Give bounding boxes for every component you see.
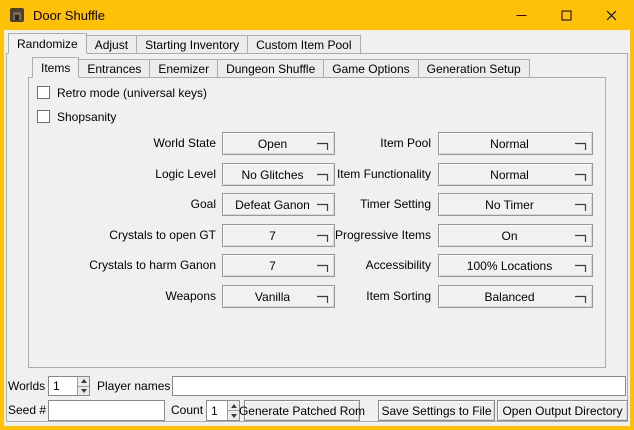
open-output-directory-button[interactable]: Open Output Directory [497, 400, 628, 421]
tab-game-options[interactable]: Game Options [323, 59, 418, 78]
retro-mode-checkbox-label: Retro mode (universal keys) [57, 86, 207, 100]
item-functionality-value: Normal [490, 168, 541, 182]
window-controls [499, 0, 634, 30]
arrow-down-icon [81, 389, 87, 393]
worlds-stepper-arrows [77, 377, 89, 395]
count-input[interactable] [208, 401, 225, 420]
arrow-up-icon [81, 379, 87, 383]
item-sorting-dropdown[interactable]: Balanced [438, 285, 593, 308]
arrow-up-icon [231, 404, 237, 408]
seed-label: Seed # [8, 400, 46, 421]
worlds-stepper[interactable] [48, 376, 90, 396]
dropdown-indicator-icon [574, 261, 587, 273]
worlds-down-button[interactable] [78, 386, 89, 396]
progressive-items-label: Progressive Items [239, 224, 431, 247]
items-pane: Retro mode (universal keys) Shopsanity W… [28, 77, 606, 368]
worlds-label: Worlds [8, 376, 45, 396]
close-icon [606, 10, 617, 21]
accessibility-label: Accessibility [239, 254, 431, 277]
dropdown-indicator-icon [574, 231, 587, 243]
worlds-input[interactable] [50, 377, 75, 395]
crystals-harm-ganon-label: Crystals to harm Ganon [31, 254, 216, 277]
minimize-icon [516, 10, 527, 21]
minimize-button[interactable] [499, 0, 544, 30]
item-pool-value: Normal [490, 137, 541, 151]
tab-starting-inventory[interactable]: Starting Inventory [136, 35, 248, 54]
window-content: Randomize Adjust Starting Inventory Cust… [4, 30, 630, 426]
dropdown-indicator-icon [574, 292, 587, 304]
timer-setting-label: Timer Setting [239, 193, 431, 216]
tab-items[interactable]: Items [32, 57, 79, 78]
retro-mode-checkbox-box[interactable] [37, 86, 50, 99]
count-up-button[interactable] [228, 401, 239, 410]
progressive-items-value: On [501, 229, 529, 243]
item-functionality-label: Item Functionality [239, 163, 431, 186]
maximize-button[interactable] [544, 0, 589, 30]
item-sorting-value: Balanced [484, 290, 546, 304]
window-title: Door Shuffle [33, 8, 105, 23]
item-functionality-dropdown[interactable]: Normal [438, 163, 593, 186]
arrow-down-icon [231, 414, 237, 418]
tab-custom-item-pool[interactable]: Custom Item Pool [247, 35, 360, 54]
shopsanity-checkbox[interactable]: Shopsanity [37, 108, 116, 125]
tab-entrances[interactable]: Entrances [78, 59, 150, 78]
crystals-open-gt-label: Crystals to open GT [31, 224, 216, 247]
count-label: Count [171, 400, 203, 421]
tab-generation-setup[interactable]: Generation Setup [418, 59, 530, 78]
tab-adjust[interactable]: Adjust [86, 35, 137, 54]
shopsanity-checkbox-box[interactable] [37, 110, 50, 123]
shopsanity-checkbox-label: Shopsanity [57, 110, 116, 124]
player-names-input[interactable] [172, 376, 626, 396]
count-stepper[interactable] [206, 400, 240, 421]
item-pool-label: Item Pool [239, 132, 431, 155]
timer-setting-dropdown[interactable]: No Timer [438, 193, 593, 216]
main-tab-bar: Randomize Adjust Starting Inventory Cust… [8, 33, 361, 54]
player-names-label: Player names [97, 376, 170, 396]
count-down-button[interactable] [228, 410, 239, 420]
count-stepper-arrows [227, 401, 239, 420]
tab-randomize[interactable]: Randomize [8, 33, 87, 54]
door-shuffle-window: Door Shuffle Randomize Adjust Starting I… [0, 0, 634, 430]
item-sorting-label: Item Sorting [239, 285, 431, 308]
tab-dungeon-shuffle[interactable]: Dungeon Shuffle [217, 59, 324, 78]
world-state-label: World State [31, 132, 216, 155]
weapons-label: Weapons [31, 285, 216, 308]
generate-patched-rom-button[interactable]: Generate Patched Rom [244, 400, 360, 421]
maximize-icon [561, 10, 572, 21]
accessibility-value: 100% Locations [467, 259, 564, 273]
save-settings-button[interactable]: Save Settings to File [378, 400, 495, 421]
timer-setting-value: No Timer [485, 198, 546, 212]
logic-level-label: Logic Level [31, 163, 216, 186]
sub-tab-bar: Items Entrances Enemizer Dungeon Shuffle… [32, 57, 530, 78]
retro-mode-checkbox[interactable]: Retro mode (universal keys) [37, 84, 207, 101]
tab-enemizer[interactable]: Enemizer [149, 59, 218, 78]
dropdown-indicator-icon [574, 200, 587, 212]
item-pool-dropdown[interactable]: Normal [438, 132, 593, 155]
titlebar[interactable]: Door Shuffle [0, 0, 634, 30]
dropdown-indicator-icon [574, 139, 587, 151]
goal-label: Goal [31, 193, 216, 216]
app-icon[interactable] [9, 7, 25, 23]
seed-input[interactable] [48, 400, 165, 421]
close-button[interactable] [589, 0, 634, 30]
progressive-items-dropdown[interactable]: On [438, 224, 593, 247]
dropdown-indicator-icon [574, 170, 587, 182]
accessibility-dropdown[interactable]: 100% Locations [438, 254, 593, 277]
worlds-up-button[interactable] [78, 377, 89, 386]
